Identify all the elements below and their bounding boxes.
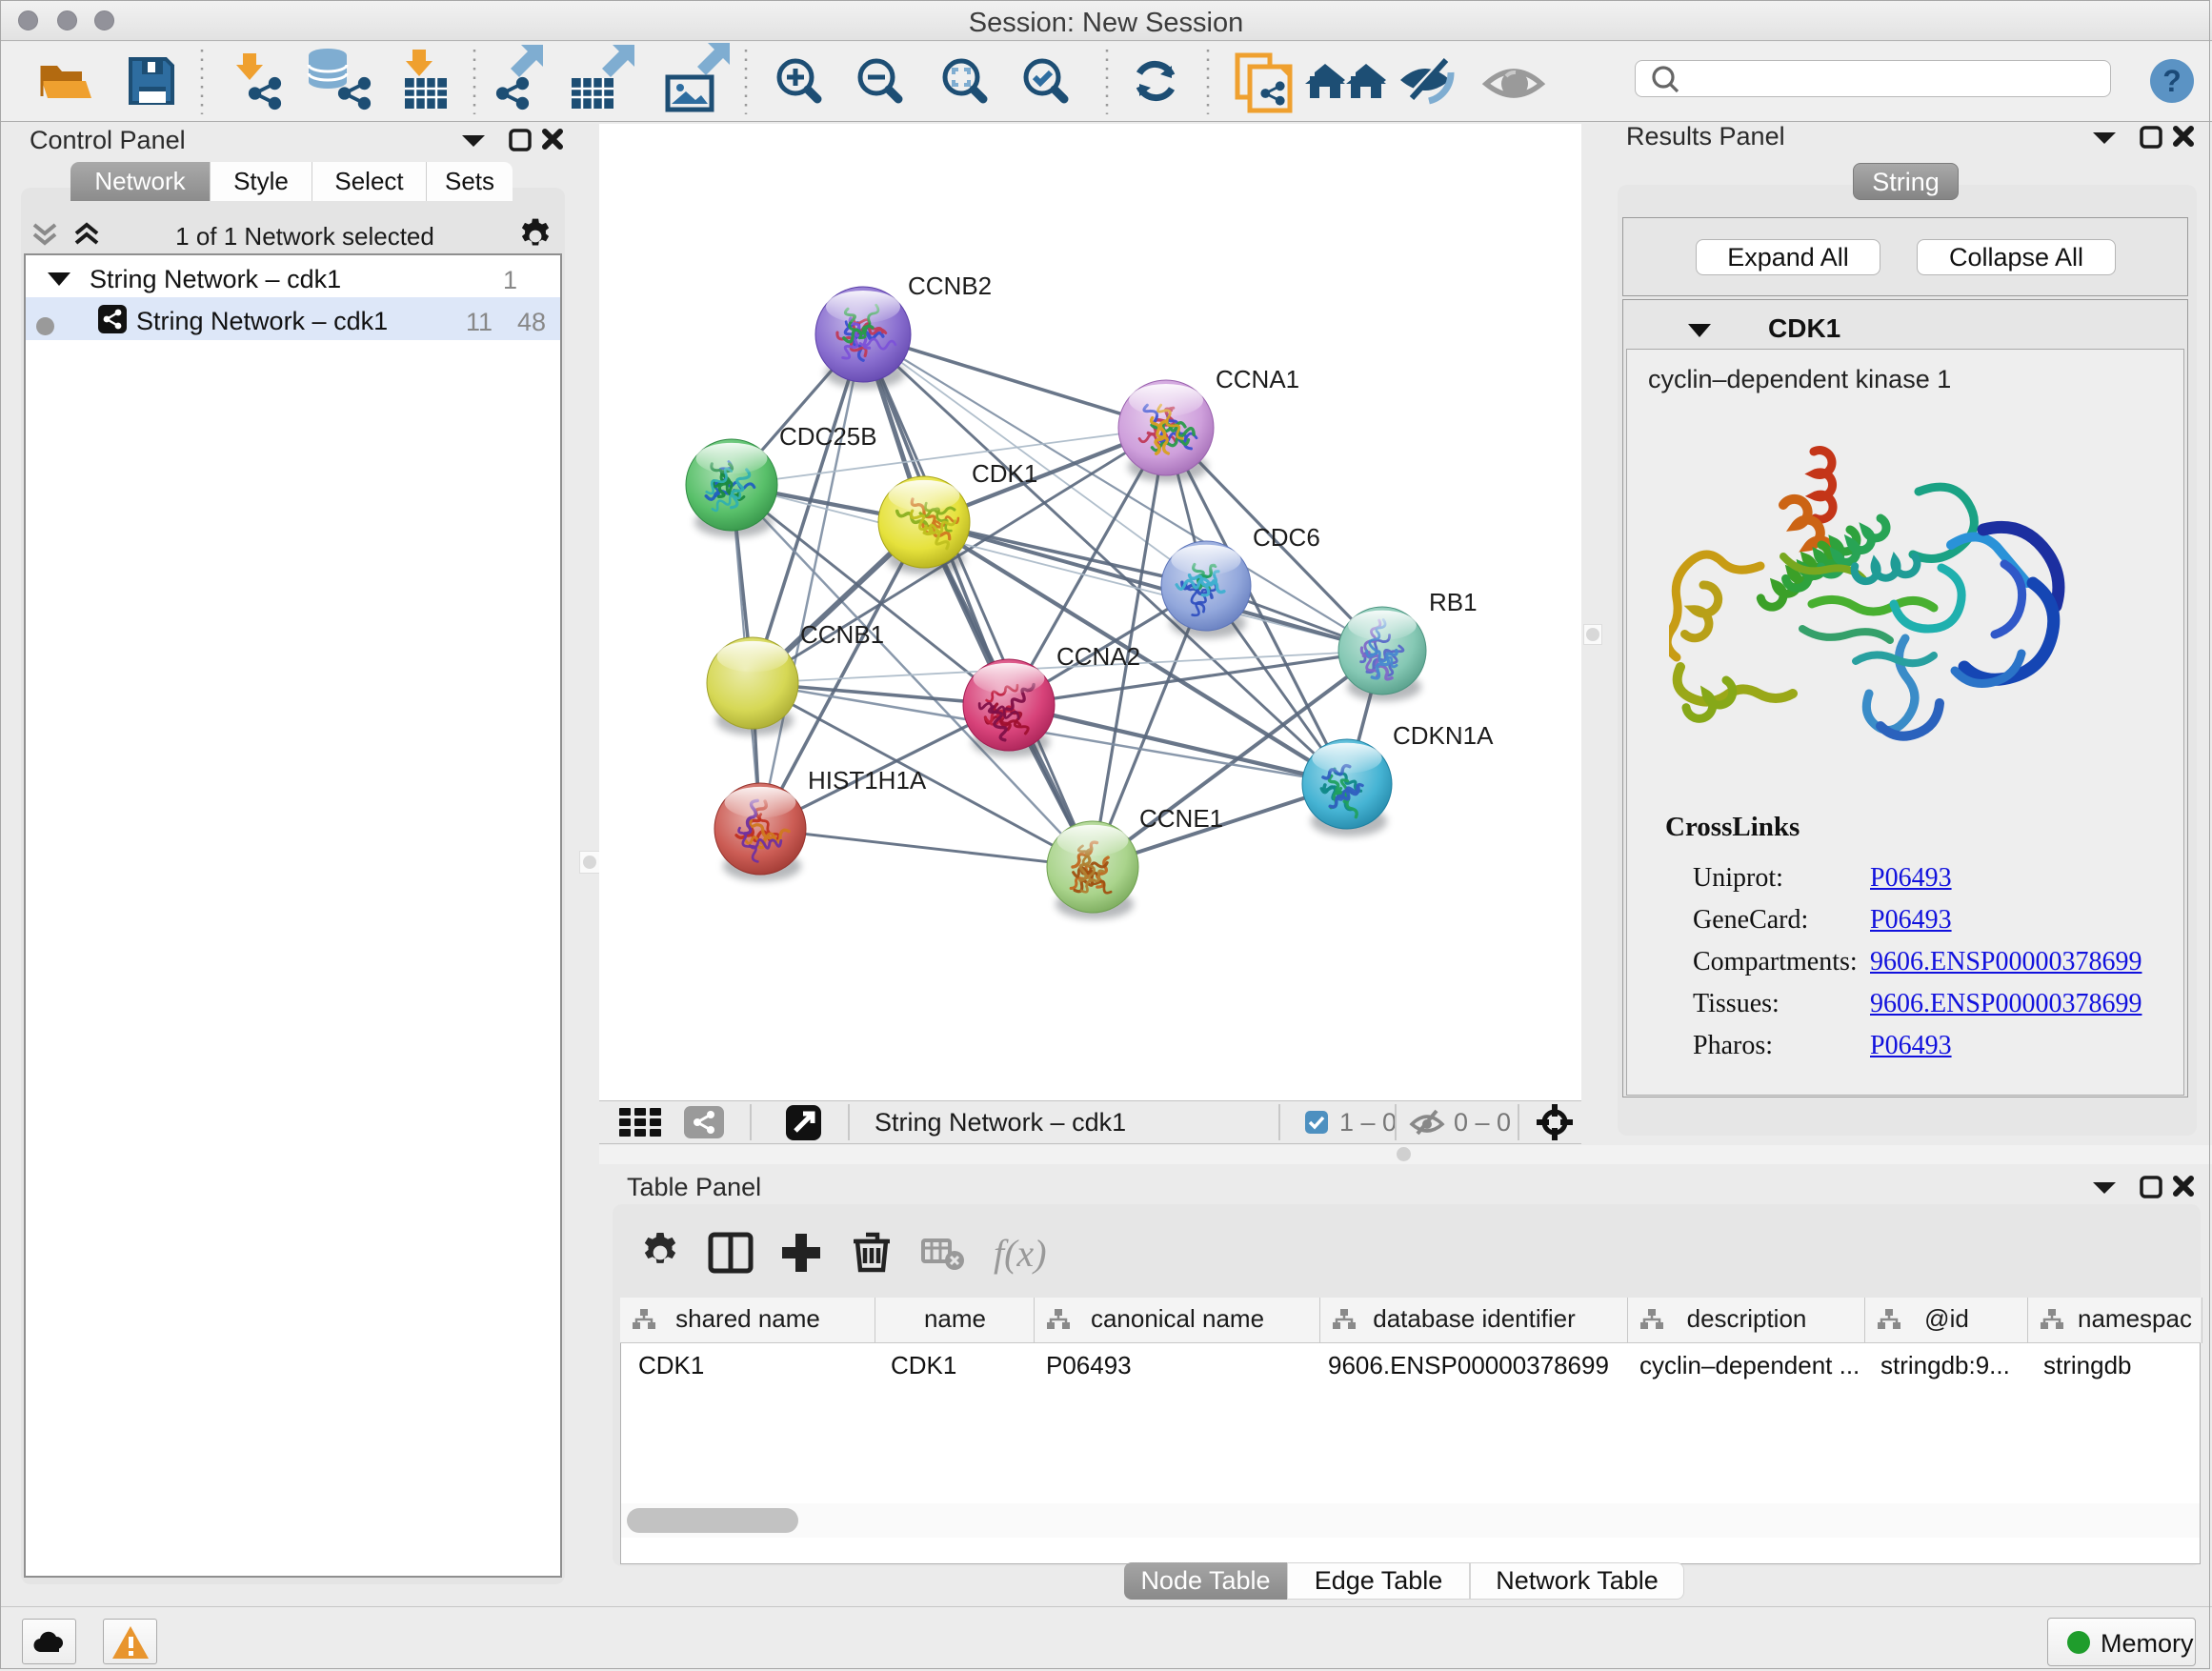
svg-text:0 – 0: 0 – 0 bbox=[1454, 1108, 1511, 1137]
svg-text:String Network – cdk1: String Network – cdk1 bbox=[875, 1108, 1126, 1137]
svg-text:CCNA2: CCNA2 bbox=[1056, 642, 1140, 671]
svg-text:CCNA1: CCNA1 bbox=[1216, 365, 1299, 393]
svg-text:1 – 0: 1 – 0 bbox=[1339, 1108, 1397, 1137]
svg-text:CDC6: CDC6 bbox=[1253, 523, 1320, 552]
svg-text:CDC25B: CDC25B bbox=[779, 422, 877, 451]
svg-text:RB1: RB1 bbox=[1429, 588, 1478, 616]
svg-text:CDK1: CDK1 bbox=[972, 459, 1037, 488]
svg-text:CCNB1: CCNB1 bbox=[800, 620, 884, 649]
svg-text:CDKN1A: CDKN1A bbox=[1393, 721, 1494, 750]
svg-text:CCNE1: CCNE1 bbox=[1139, 804, 1223, 833]
svg-text:CCNB2: CCNB2 bbox=[908, 272, 992, 300]
svg-text:f(x): f(x) bbox=[994, 1232, 1047, 1275]
svg-text:HIST1H1A: HIST1H1A bbox=[808, 766, 927, 795]
svg-text:?: ? bbox=[2162, 64, 2182, 98]
